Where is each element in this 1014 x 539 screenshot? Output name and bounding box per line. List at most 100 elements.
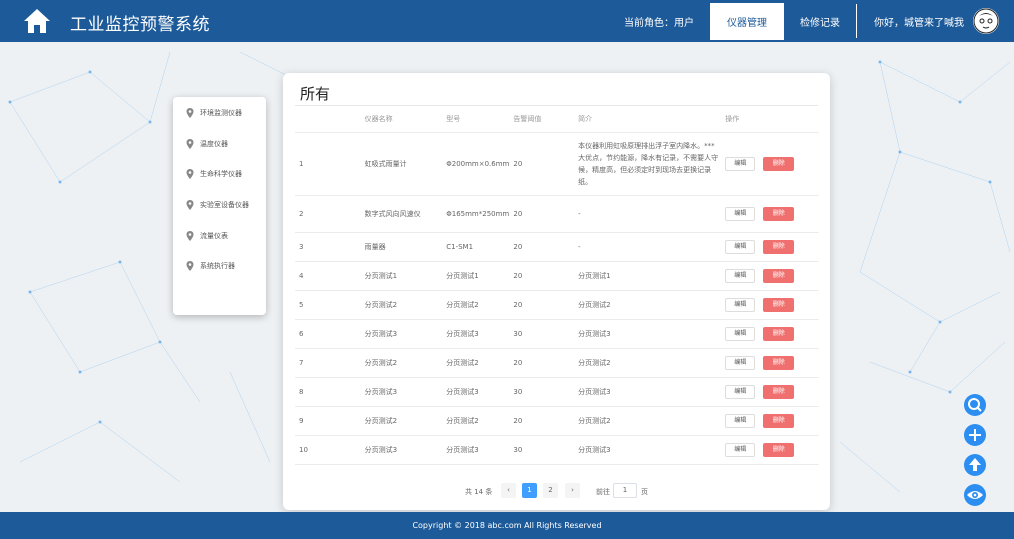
row-index: 10 (295, 435, 361, 465)
column-header-threshold: 告警阈值 (509, 106, 575, 133)
row-actions: 编辑 删除 (721, 132, 819, 196)
nav-instrument-management[interactable]: 仪器管理 (710, 3, 784, 40)
row-model: 分页测试2 (442, 406, 510, 436)
add-fab[interactable] (964, 424, 986, 446)
instrument-table: 仪器名称 型号 告警阈值 简介 操作 1 虹吸式雨量计 Φ200mm×0.6mm 20… (295, 106, 819, 465)
scroll-top-fab[interactable] (964, 454, 986, 476)
table-row: 4 分页测试1 分页测试1 20 分页测试1 编辑 删除 (295, 261, 819, 291)
sidebar-item-environment[interactable]: 环境监测仪器 (186, 106, 242, 120)
delete-button[interactable]: 删除 (763, 239, 795, 254)
edit-button[interactable]: 编辑 (725, 442, 756, 457)
row-name: 分页测试2 (360, 290, 443, 320)
delete-button[interactable]: 删除 (763, 326, 795, 341)
row-name: 分页测试3 (360, 377, 443, 407)
sidebar-item-lab-equipment[interactable]: 实验室设备仪器 (186, 198, 249, 212)
edit-button[interactable]: 编辑 (725, 268, 756, 283)
row-name: 分页测试2 (360, 406, 443, 436)
row-actions: 编辑 删除 (721, 406, 819, 436)
delete-button[interactable]: 删除 (763, 156, 795, 171)
map-pin-icon (186, 108, 194, 118)
sidebar-item-flow-meter[interactable]: 流量仪表 (186, 229, 228, 243)
row-index: 9 (295, 406, 361, 436)
edit-button[interactable]: 编辑 (725, 239, 756, 254)
page-button-1[interactable]: 1 (522, 483, 537, 498)
row-description: 分页测试1 (574, 261, 722, 291)
row-description: 分页测试3 (574, 377, 722, 407)
row-model: Φ200mm×0.6mm (442, 132, 510, 196)
next-page-button[interactable]: › (565, 483, 580, 498)
row-model: 分页测试2 (442, 348, 510, 378)
delete-button[interactable]: 删除 (763, 268, 795, 283)
search-fab[interactable] (964, 394, 986, 416)
goto-label: 前往 (596, 488, 610, 496)
user-greeting[interactable]: 你好，城管来了喊我 (874, 14, 964, 29)
row-description: 本仪器利用虹吸原理排出浮子室内降水。***大优点，节约能源，降水有记录，不需要人… (574, 132, 722, 196)
edit-button[interactable]: 编辑 (725, 355, 756, 370)
row-model: 分页测试3 (442, 377, 510, 407)
user-avatar[interactable] (973, 8, 999, 34)
page-button-2[interactable]: 2 (543, 483, 558, 498)
row-description: 分页测试3 (574, 435, 722, 465)
table-row: 3 雨量器 C1-SM1 20- 编辑 删除 (295, 232, 819, 262)
table-body: 1 虹吸式雨量计 Φ200mm×0.6mm 20 本仪器利用虹吸原理排出浮子室内降水。*… (295, 132, 819, 465)
nav-divider (856, 4, 857, 38)
delete-button[interactable]: 删除 (763, 384, 795, 399)
goto-page-input[interactable]: 1 (613, 483, 637, 498)
row-actions: 编辑 删除 (721, 348, 819, 378)
nav-maintenance-records[interactable]: 检修记录 (800, 14, 840, 29)
row-model: 分页测试3 (442, 319, 510, 349)
row-model: Φ165mm*250mm (442, 195, 510, 233)
sidebar-item-temperature[interactable]: 温度仪器 (186, 137, 228, 151)
prev-page-button[interactable]: ‹ (501, 483, 516, 498)
role-label: 当前角色：用户 (624, 18, 694, 29)
row-actions: 编辑 删除 (721, 232, 819, 262)
delete-button[interactable]: 删除 (763, 206, 795, 221)
row-actions: 编辑 删除 (721, 195, 819, 233)
delete-button[interactable]: 删除 (763, 297, 795, 312)
delete-button[interactable]: 删除 (763, 355, 795, 370)
home-icon[interactable] (22, 7, 52, 35)
row-name: 数字式风向风速仪 (360, 195, 443, 233)
table-row: 1 虹吸式雨量计 Φ200mm×0.6mm 20 本仪器利用虹吸原理排出浮子室内降水。*… (295, 132, 819, 196)
column-header-actions: 操作 (721, 106, 819, 133)
table-row: 5 分页测试2 分页测试2 20 分页测试2 编辑 删除 (295, 290, 819, 320)
row-threshold: 20 (509, 348, 575, 378)
row-index: 6 (295, 319, 361, 349)
row-threshold: 30 (509, 377, 575, 407)
row-description: - (574, 195, 722, 233)
row-name: 分页测试3 (360, 319, 443, 349)
table-row: 8 分页测试3 分页测试3 30 分页测试3 编辑 删除 (295, 377, 819, 407)
row-threshold: 20 (509, 290, 575, 320)
row-index: 3 (295, 232, 361, 262)
table-header-row: 仪器名称 型号 告警阈值 简介 操作 (295, 106, 819, 133)
delete-button[interactable]: 删除 (763, 413, 795, 428)
panel-title: 所有 (300, 85, 331, 103)
row-actions: 编辑 删除 (721, 377, 819, 407)
map-pin-icon (186, 231, 194, 241)
row-actions: 编辑 删除 (721, 319, 819, 349)
edit-button[interactable]: 编辑 (725, 384, 756, 399)
delete-button[interactable]: 删除 (763, 442, 795, 457)
row-threshold: 20 (509, 195, 575, 233)
edit-button[interactable]: 编辑 (725, 326, 756, 341)
search-icon (968, 398, 982, 412)
edit-button[interactable]: 编辑 (725, 206, 756, 221)
table-row: 10 分页测试3 分页测试3 30 分页测试3 编辑 删除 (295, 435, 819, 465)
view-fab[interactable] (964, 484, 986, 506)
sidebar-item-life-science[interactable]: 生命科学仪器 (186, 167, 242, 181)
row-threshold: 30 (509, 319, 575, 349)
column-header-description: 简介 (574, 106, 722, 133)
edit-button[interactable]: 编辑 (725, 297, 756, 312)
edit-button[interactable]: 编辑 (725, 156, 756, 171)
row-index: 8 (295, 377, 361, 407)
row-index: 4 (295, 261, 361, 291)
row-actions: 编辑 删除 (721, 290, 819, 320)
footer: Copyright © 2018 abc.com All Rights Rese… (0, 512, 1014, 539)
sidebar-item-label: 流量仪表 (200, 232, 228, 240)
row-name: 分页测试2 (360, 348, 443, 378)
sidebar-item-actuator[interactable]: 系统执行器 (186, 259, 235, 273)
copyright-text: Copyright © 2018 abc.com All Rights Rese… (412, 521, 602, 530)
row-actions: 编辑 删除 (721, 435, 819, 465)
edit-button[interactable]: 编辑 (725, 413, 756, 428)
sidebar-item-label: 实验室设备仪器 (200, 201, 249, 209)
